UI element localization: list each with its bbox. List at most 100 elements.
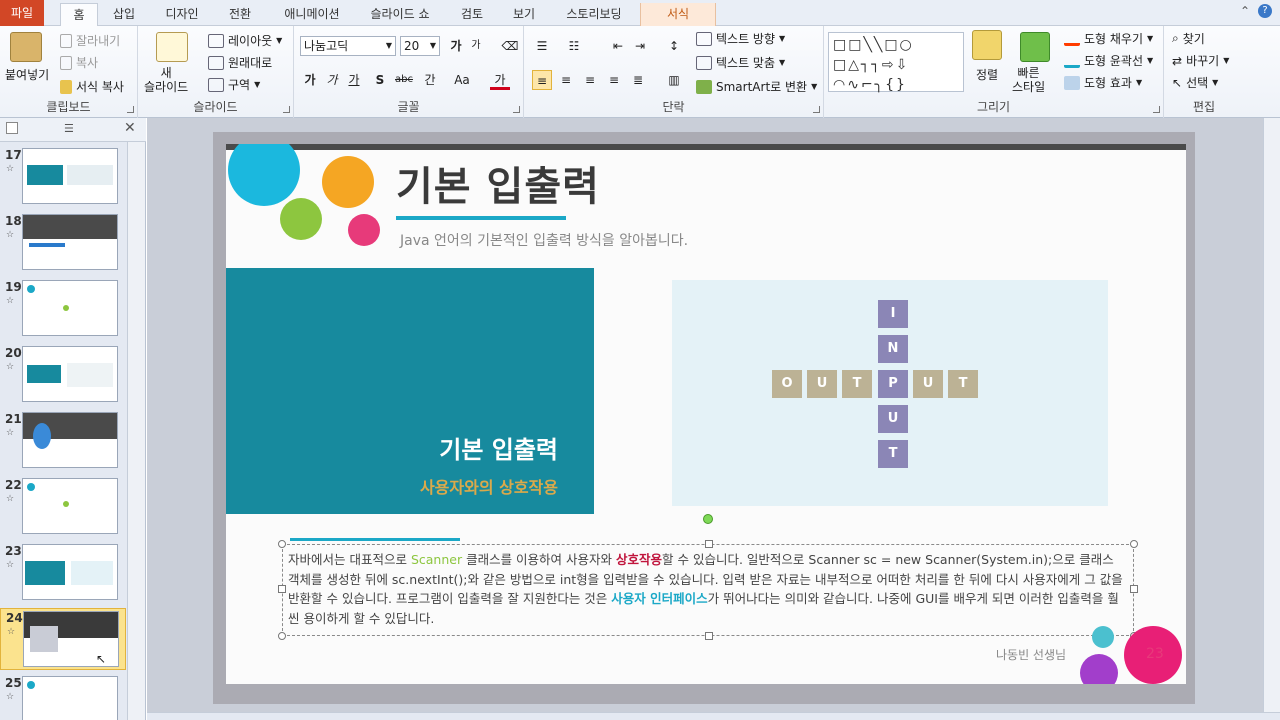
copy-button[interactable]: 복사: [60, 54, 98, 71]
shape-outline-button[interactable]: 도형 윤곽선 ▼: [1064, 52, 1153, 69]
align-left-icon[interactable]: ≡: [532, 70, 552, 90]
paragraph-dialog-launcher[interactable]: [813, 106, 820, 113]
resize-handle[interactable]: [705, 632, 713, 640]
clipboard-dialog-launcher[interactable]: [127, 106, 134, 113]
slide-thumbnail[interactable]: 20 ☆: [0, 344, 126, 406]
grow-font-button[interactable]: 가: [446, 36, 466, 56]
tab-slideshow[interactable]: 슬라이드 쇼: [360, 3, 440, 26]
tab-insert[interactable]: 삽입: [104, 3, 144, 26]
font-color-button[interactable]: 가: [490, 70, 510, 90]
slide-thumbnail-selected[interactable]: 24 ☆ ↖: [0, 608, 126, 670]
slide-thumbnail[interactable]: 17 ☆: [0, 146, 126, 208]
paste-button[interactable]: 붙여넣기: [5, 66, 49, 83]
title-panel[interactable]: 기본 입출력 사용자와의 상호작용: [226, 268, 594, 514]
minimize-ribbon-icon[interactable]: ⌃: [1240, 4, 1250, 18]
thumbnail-image: [22, 214, 118, 270]
columns-icon[interactable]: ▥: [664, 70, 684, 90]
shape-effects-button[interactable]: 도형 효과 ▼: [1064, 74, 1142, 91]
outline-tab-icon[interactable]: ☰: [64, 122, 74, 135]
align-center-icon[interactable]: ≡: [556, 70, 576, 90]
rotate-handle[interactable]: [703, 514, 713, 524]
tab-format[interactable]: 서식: [640, 3, 716, 26]
align-text-button[interactable]: 텍스트 맞춤 ▼: [696, 54, 785, 71]
tab-transitions[interactable]: 전환: [216, 3, 264, 26]
strikethrough-button[interactable]: abc: [394, 70, 414, 90]
replace-button[interactable]: ⇄ 바꾸기 ▼: [1172, 52, 1229, 69]
shape-fill-button[interactable]: 도형 채우기 ▼: [1064, 30, 1153, 47]
quick-styles-button[interactable]: 빠른 스타일: [1012, 66, 1045, 94]
resize-handle[interactable]: [278, 632, 286, 640]
slide-subtitle[interactable]: Java 언어의 기본적인 입출력 방식을 알아봅니다.: [400, 230, 688, 250]
resize-handle[interactable]: [1130, 585, 1138, 593]
font-size-dropdown[interactable]: 20 ▼: [400, 36, 440, 56]
tab-storyboarding[interactable]: 스토리보딩: [556, 3, 632, 26]
shapes-gallery[interactable]: □□╲╲□○ □△┐┐⇨⇩ ◠∿⌐╮{}: [828, 32, 964, 93]
smartart-button[interactable]: SmartArt로 변환 ▼: [696, 78, 817, 95]
tab-home[interactable]: 홈: [60, 3, 98, 27]
resize-handle[interactable]: [705, 540, 713, 548]
format-painter-button[interactable]: 서식 복사: [60, 78, 124, 95]
slides-pane-header: ☰ ✕: [0, 118, 146, 142]
resize-handle[interactable]: [1130, 540, 1138, 548]
font-name-dropdown[interactable]: 나눔고딕 ▼: [300, 36, 396, 56]
shadow-button[interactable]: S: [370, 70, 390, 90]
slide-thumbnail[interactable]: 23 ☆: [0, 542, 126, 604]
body-text[interactable]: 자바에서는 대표적으로 Scanner 클래스를 이용하여 사용자와 상호작용할…: [288, 550, 1124, 628]
slides-dialog-launcher[interactable]: [283, 106, 290, 113]
io-crossword-panel[interactable]: I N P U T O U T U T: [672, 280, 1108, 506]
body-text-part: 클래스를 이용하여 사용자와: [462, 552, 617, 567]
slide-thumbnail[interactable]: 25 ☆: [0, 674, 126, 720]
letter-tile: T: [878, 440, 908, 468]
italic-button[interactable]: 가: [322, 70, 342, 90]
slide-thumbnail[interactable]: 21 ☆: [0, 410, 126, 472]
tab-file[interactable]: 파일: [0, 0, 44, 26]
slides-tab-icon[interactable]: [6, 122, 18, 134]
line-spacing-icon[interactable]: ↕: [664, 36, 684, 56]
numbering-icon[interactable]: ☷: [564, 36, 584, 56]
drawing-dialog-launcher[interactable]: [1153, 106, 1160, 113]
thumbnail-image: [22, 280, 118, 336]
resize-handle[interactable]: [278, 540, 286, 548]
slide-thumbnail[interactable]: 22 ☆: [0, 476, 126, 538]
underline-button[interactable]: 가: [344, 70, 364, 90]
change-case-button[interactable]: Aa: [452, 70, 472, 90]
text-direction-label: 텍스트 방향: [716, 32, 776, 46]
new-slide-button[interactable]: 새 슬라이드: [144, 66, 188, 94]
slide-thumbnail[interactable]: 19 ☆: [0, 278, 126, 340]
tab-design[interactable]: 디자인: [152, 3, 212, 26]
help-icon[interactable]: ?: [1258, 4, 1272, 18]
layout-button[interactable]: 레이아웃 ▼: [208, 32, 282, 49]
clear-format-icon[interactable]: ⌫: [500, 36, 520, 56]
section-button[interactable]: 구역 ▼: [208, 76, 260, 93]
justify-icon[interactable]: ≡: [604, 70, 624, 90]
find-button[interactable]: ⌕ 찾기: [1172, 30, 1205, 47]
bold-button[interactable]: 가: [300, 70, 320, 90]
vertical-scrollbar[interactable]: [1263, 118, 1280, 712]
arrange-button[interactable]: 정렬: [976, 66, 998, 83]
slide-24[interactable]: 기본 입출력 Java 언어의 기본적인 입출력 방식을 알아봅니다. 기본 입…: [226, 144, 1186, 684]
slide-title[interactable]: 기본 입출력: [396, 154, 600, 212]
slide-thumbnail[interactable]: 18 ☆: [0, 212, 126, 274]
chevron-down-icon: ▼: [779, 58, 786, 67]
cut-button[interactable]: 잘라내기: [60, 32, 120, 49]
panel-title: 기본 입출력: [439, 436, 558, 464]
increase-indent-icon[interactable]: ⇥: [630, 36, 650, 56]
font-dialog-launcher[interactable]: [513, 106, 520, 113]
animation-star-icon: ☆: [6, 494, 15, 504]
shrink-font-button[interactable]: 가: [466, 36, 486, 56]
reset-button[interactable]: 원래대로: [208, 54, 272, 71]
decrease-indent-icon[interactable]: ⇤: [608, 36, 628, 56]
tab-review[interactable]: 검토: [448, 3, 496, 26]
notes-splitter[interactable]: [147, 712, 1280, 720]
select-button[interactable]: ↖ 선택 ▼: [1172, 74, 1218, 91]
close-icon[interactable]: ✕: [124, 120, 136, 136]
align-right-icon[interactable]: ≡: [580, 70, 600, 90]
resize-handle[interactable]: [278, 585, 286, 593]
slides-pane-scrollbar[interactable]: [127, 142, 145, 720]
tab-animations[interactable]: 애니메이션: [272, 3, 352, 26]
distribute-icon[interactable]: ≣: [628, 70, 648, 90]
bullets-icon[interactable]: ☰: [532, 36, 552, 56]
char-spacing-button[interactable]: 간: [420, 70, 440, 90]
tab-view[interactable]: 보기: [500, 3, 548, 26]
text-direction-button[interactable]: 텍스트 방향 ▼: [696, 30, 785, 47]
